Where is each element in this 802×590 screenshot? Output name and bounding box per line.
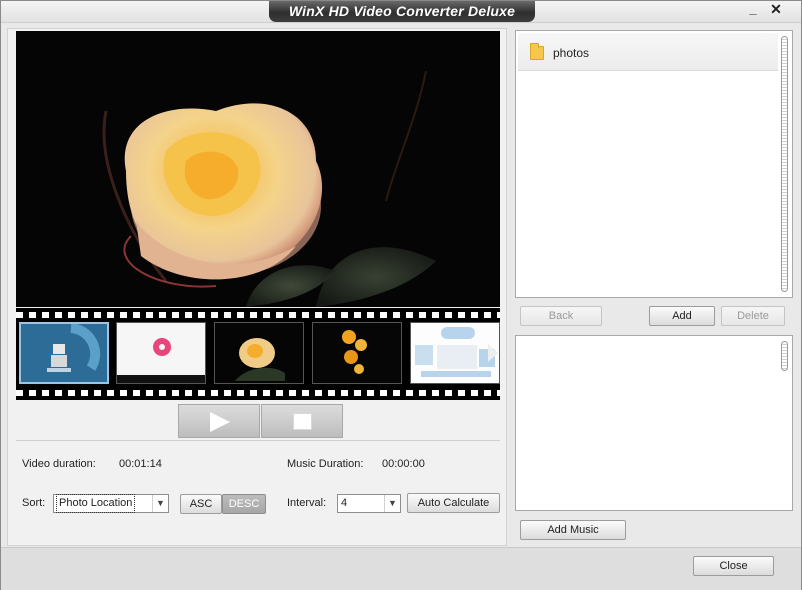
sort-label: Sort: — [22, 497, 46, 509]
interval-label: Interval: — [287, 497, 327, 509]
add-music-button[interactable]: Add Music — [520, 520, 626, 540]
filmstrip-next-arrow-icon[interactable] — [488, 344, 498, 362]
play-button[interactable] — [178, 404, 260, 438]
back-button[interactable]: Back — [520, 306, 602, 326]
sort-select[interactable]: Photo Location ▼ — [53, 494, 169, 513]
close-button[interactable]: Close — [693, 556, 774, 576]
auto-calculate-button[interactable]: Auto Calculate — [407, 493, 500, 513]
scrollbar-thumb[interactable] — [781, 341, 788, 371]
video-duration-value: 00:01:14 — [119, 458, 162, 470]
music-list[interactable] — [515, 335, 793, 511]
play-icon — [210, 412, 230, 432]
music-list-scrollbar[interactable] — [779, 339, 790, 507]
window-title: WinX HD Video Converter Deluxe — [269, 1, 535, 22]
window-close-button[interactable]: ✕ — [766, 1, 786, 19]
app-window: WinX HD Video Converter Deluxe _ ✕ Video… — [0, 0, 802, 590]
footer-bar — [1, 547, 801, 590]
add-button[interactable]: Add — [649, 306, 715, 326]
interval-select[interactable]: 4 ▼ — [337, 494, 401, 513]
desc-button[interactable]: DESC — [222, 494, 266, 514]
folder-list-scrollbar[interactable] — [779, 34, 790, 296]
film-holes-top — [16, 312, 500, 318]
photo-preview — [16, 31, 500, 307]
rose-image — [16, 31, 500, 307]
thumb-flowers-image — [342, 330, 367, 374]
filmstrip-thumb[interactable] — [19, 322, 109, 384]
chevron-down-icon: ▼ — [384, 495, 400, 512]
stop-button[interactable] — [261, 404, 343, 438]
minimize-button[interactable]: _ — [743, 1, 763, 19]
divider — [16, 440, 500, 441]
editor-panel: Video duration: 00:01:14 Music Duration:… — [7, 28, 507, 546]
music-duration-value: 00:00:00 — [382, 458, 425, 470]
video-duration-label: Video duration: — [22, 458, 96, 470]
filmstrip-thumb[interactable] — [214, 322, 304, 384]
music-duration-label: Music Duration: — [287, 458, 364, 470]
photo-folder-list[interactable]: photos — [515, 30, 793, 298]
delete-button[interactable]: Delete — [721, 306, 785, 326]
folder-name: photos — [553, 46, 590, 60]
thumb-illustration-image — [415, 327, 495, 377]
folder-icon — [530, 43, 544, 60]
thumb-robot-image — [47, 324, 101, 372]
chevron-down-icon: ▼ — [152, 495, 168, 512]
interval-selected-value: 4 — [341, 497, 348, 509]
thumb-donut-image — [117, 338, 205, 383]
title-bar: WinX HD Video Converter Deluxe _ ✕ — [1, 1, 801, 23]
scrollbar-thumb[interactable] — [781, 36, 788, 292]
asc-button[interactable]: ASC — [180, 494, 222, 514]
stop-icon — [293, 413, 312, 430]
playback-controls — [178, 404, 344, 438]
film-holes-bottom — [16, 390, 500, 396]
photo-filmstrip — [16, 308, 500, 400]
folder-item[interactable]: photos — [518, 33, 778, 71]
filmstrip-thumb[interactable] — [116, 322, 206, 384]
filmstrip-thumb[interactable] — [410, 322, 500, 384]
thumb-rose-image — [235, 338, 285, 381]
filmstrip-thumb[interactable] — [312, 322, 402, 384]
sort-selected-value: Photo Location — [55, 494, 136, 513]
